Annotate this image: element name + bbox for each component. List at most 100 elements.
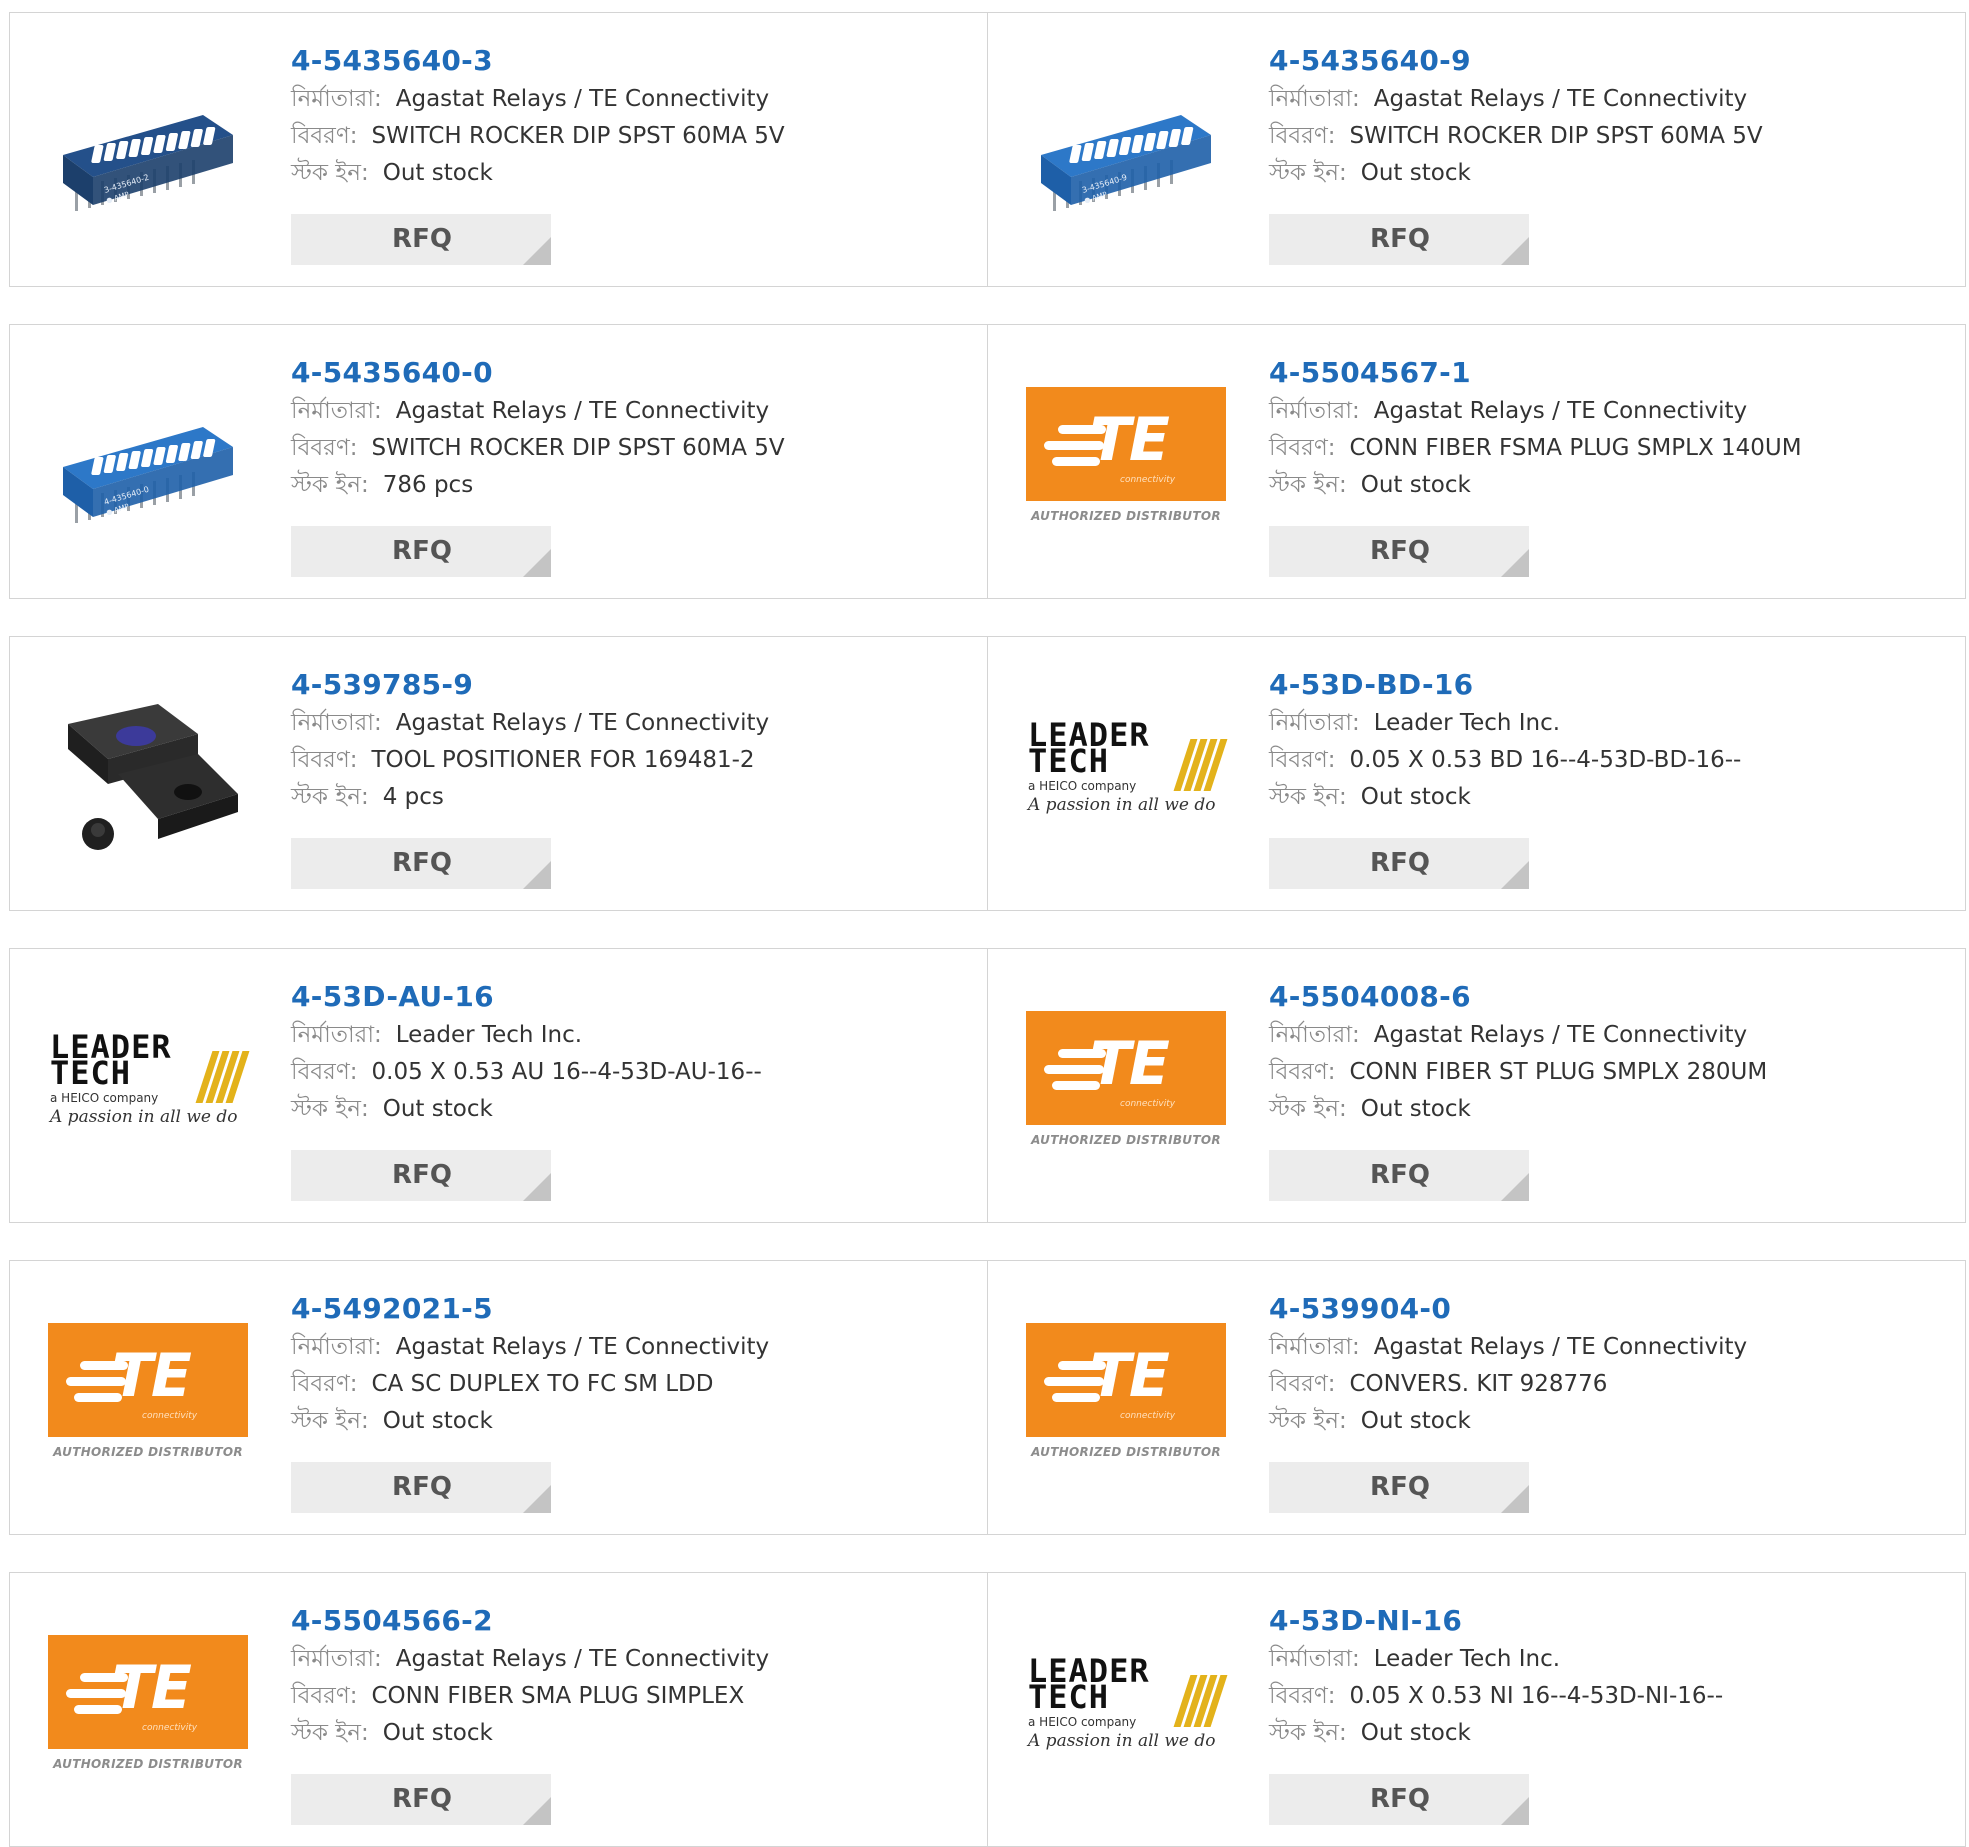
description-row: বিবরণ: 0.05 X 0.53 NI 16--4-53D-NI-16--	[1269, 1678, 1955, 1715]
rfq-label: RFQ	[1370, 536, 1430, 566]
manufacturer-value: Agastat Relays / TE Connectivity	[1373, 1022, 1748, 1048]
rfq-label: RFQ	[1370, 848, 1430, 878]
manufacturer-label: নির্মাতারা:	[291, 710, 382, 736]
part-number-link[interactable]: 4-5435640-3	[291, 41, 977, 81]
product-image[interactable]: LEADER TECH a HEICO company A passion in…	[1026, 674, 1228, 874]
product-card: LEADER TECH a HEICO company A passion in…	[988, 1572, 1966, 1847]
rfq-corner-decoration	[523, 861, 551, 889]
stock-row: স্টক ইন: Out stock	[1269, 467, 1955, 504]
description-label: বিবরণ:	[291, 1683, 358, 1709]
product-grid: 3-435640-2 ● AMP 4-5435640-3 নির্মাতারা:…	[9, 12, 1966, 1847]
leader-tech-mark-icon	[1173, 1675, 1228, 1727]
leader-tech-sub: a HEICO company	[1028, 779, 1137, 793]
stock-value: Out stock	[382, 1408, 493, 1434]
leader-tech-sub: a HEICO company	[1028, 1715, 1137, 1729]
te-logo-box: TE connectivity	[1026, 387, 1226, 501]
rfq-button[interactable]: RFQ	[1269, 526, 1529, 577]
rfq-button[interactable]: RFQ	[1269, 838, 1529, 889]
te-logo-word: TE	[112, 1653, 192, 1723]
description-label: বিবরণ:	[1269, 435, 1336, 461]
description-value: SWITCH ROCKER DIP SPST 60MA 5V	[371, 435, 785, 461]
product-image[interactable]: TE connectivity AUTHORIZED DISTRIBUTOR	[1026, 1298, 1226, 1498]
te-logo-sub: connectivity	[1120, 1411, 1176, 1421]
manufacturer-label: নির্মাতারা:	[291, 1022, 382, 1048]
manufacturer-value: Agastat Relays / TE Connectivity	[395, 398, 770, 424]
part-number-link[interactable]: 4-5435640-9	[1269, 41, 1955, 81]
stock-label: স্টক ইন:	[291, 160, 369, 186]
part-number-link[interactable]: 4-5435640-0	[291, 353, 977, 393]
rfq-button[interactable]: RFQ	[291, 214, 551, 265]
manufacturer-label: নির্মাতারা:	[291, 1646, 382, 1672]
stock-row: স্টক ইন: Out stock	[291, 1403, 977, 1440]
te-connectivity-logo: TE connectivity AUTHORIZED DISTRIBUTOR	[1026, 1323, 1226, 1473]
rfq-corner-decoration	[523, 1173, 551, 1201]
product-image[interactable]: 3-435640-2 ● AMP	[48, 50, 248, 250]
product-card: 3-435640-2 ● AMP 4-5435640-3 নির্মাতারা:…	[9, 12, 988, 287]
rfq-button[interactable]: RFQ	[291, 1774, 551, 1825]
rfq-button[interactable]: RFQ	[291, 838, 551, 889]
product-image[interactable]: LEADER TECH a HEICO company A passion in…	[1026, 1610, 1228, 1810]
manufacturer-row: নির্মাতারা: Agastat Relays / TE Connectiv…	[291, 1329, 977, 1366]
manufacturer-value: Agastat Relays / TE Connectivity	[395, 710, 770, 736]
product-image[interactable]: TE connectivity AUTHORIZED DISTRIBUTOR	[1026, 986, 1226, 1186]
leader-tech-word-2: TECH	[1028, 742, 1110, 780]
manufacturer-label: নির্মাতারা:	[291, 1334, 382, 1360]
leader-tech-logo: LEADER TECH a HEICO company A passion in…	[1026, 1655, 1228, 1765]
te-logo-box: TE connectivity	[48, 1323, 248, 1437]
leader-tech-logo: LEADER TECH a HEICO company A passion in…	[48, 1031, 250, 1141]
manufacturer-row: নির্মাতারা: Agastat Relays / TE Connectiv…	[291, 1641, 977, 1678]
stock-row: স্টক ইন: Out stock	[1269, 1403, 1955, 1440]
rfq-button[interactable]: RFQ	[1269, 1774, 1529, 1825]
product-info: 4-539785-9 নির্মাতারা: Agastat Relays / T…	[291, 665, 977, 816]
leader-tech-logo: LEADER TECH a HEICO company A passion in…	[1026, 719, 1228, 829]
part-number-link[interactable]: 4-5504567-1	[1269, 353, 1955, 393]
manufacturer-value: Agastat Relays / TE Connectivity	[1373, 1334, 1748, 1360]
product-image[interactable]: 3-435640-9 ● AMP	[1026, 50, 1226, 250]
rfq-corner-decoration	[523, 237, 551, 265]
te-connectivity-logo: TE connectivity AUTHORIZED DISTRIBUTOR	[1026, 387, 1226, 537]
product-image[interactable]: TE connectivity AUTHORIZED DISTRIBUTOR	[1026, 362, 1226, 562]
rfq-label: RFQ	[392, 1472, 452, 1502]
part-number-link[interactable]: 4-53D-AU-16	[291, 977, 977, 1017]
product-image[interactable]: LEADER TECH a HEICO company A passion in…	[48, 986, 250, 1186]
dip-switch-photo: 3-435640-2 ● AMP	[63, 115, 233, 211]
description-label: বিবরণ:	[291, 1059, 358, 1085]
rfq-button[interactable]: RFQ	[291, 1150, 551, 1201]
product-image[interactable]: TE connectivity AUTHORIZED DISTRIBUTOR	[48, 1610, 248, 1810]
te-connectivity-logo: TE connectivity AUTHORIZED DISTRIBUTOR	[1026, 1011, 1226, 1161]
rfq-label: RFQ	[392, 536, 452, 566]
rfq-button[interactable]: RFQ	[1269, 214, 1529, 265]
part-number-link[interactable]: 4-53D-BD-16	[1269, 665, 1955, 705]
description-row: বিবরণ: SWITCH ROCKER DIP SPST 60MA 5V	[1269, 118, 1955, 155]
stock-label: স্টক ইন:	[1269, 1720, 1347, 1746]
product-image[interactable]: TE connectivity AUTHORIZED DISTRIBUTOR	[48, 1298, 248, 1498]
te-logo-word: TE	[1090, 1029, 1170, 1099]
rfq-button[interactable]: RFQ	[291, 526, 551, 577]
rfq-button[interactable]: RFQ	[1269, 1150, 1529, 1201]
part-number-link[interactable]: 4-5504566-2	[291, 1601, 977, 1641]
rfq-button[interactable]: RFQ	[291, 1462, 551, 1513]
product-info: 4-5504567-1 নির্মাতারা: Agastat Relays / …	[1269, 353, 1955, 504]
rfq-label: RFQ	[392, 1784, 452, 1814]
description-row: বিবরণ: 0.05 X 0.53 BD 16--4-53D-BD-16--	[1269, 742, 1955, 779]
product-card: TE connectivity AUTHORIZED DISTRIBUTOR 4…	[9, 1572, 988, 1847]
stock-row: স্টক ইন: Out stock	[1269, 155, 1955, 192]
product-info: 4-5504566-2 নির্মাতারা: Agastat Relays / …	[291, 1601, 977, 1752]
rfq-corner-decoration	[1501, 237, 1529, 265]
description-value: 0.05 X 0.53 BD 16--4-53D-BD-16--	[1349, 747, 1742, 773]
part-number-link[interactable]: 4-5492021-5	[291, 1289, 977, 1329]
product-card: TE connectivity AUTHORIZED DISTRIBUTOR 4…	[988, 1260, 1966, 1535]
leader-tech-word-2: TECH	[1028, 1678, 1110, 1716]
manufacturer-row: নির্মাতারা: Leader Tech Inc.	[291, 1017, 977, 1054]
product-image[interactable]: 4-435640-0 ● AMP	[48, 362, 248, 562]
manufacturer-label: নির্মাতারা:	[1269, 710, 1360, 736]
manufacturer-label: নির্মাতারা:	[1269, 398, 1360, 424]
part-number-link[interactable]: 4-53D-NI-16	[1269, 1601, 1955, 1641]
te-logo-sub: connectivity	[142, 1411, 198, 1421]
part-number-link[interactable]: 4-5504008-6	[1269, 977, 1955, 1017]
manufacturer-row: নির্মাতারা: Agastat Relays / TE Connectiv…	[291, 81, 977, 118]
part-number-link[interactable]: 4-539785-9	[291, 665, 977, 705]
part-number-link[interactable]: 4-539904-0	[1269, 1289, 1955, 1329]
product-image[interactable]	[48, 674, 248, 874]
rfq-button[interactable]: RFQ	[1269, 1462, 1529, 1513]
